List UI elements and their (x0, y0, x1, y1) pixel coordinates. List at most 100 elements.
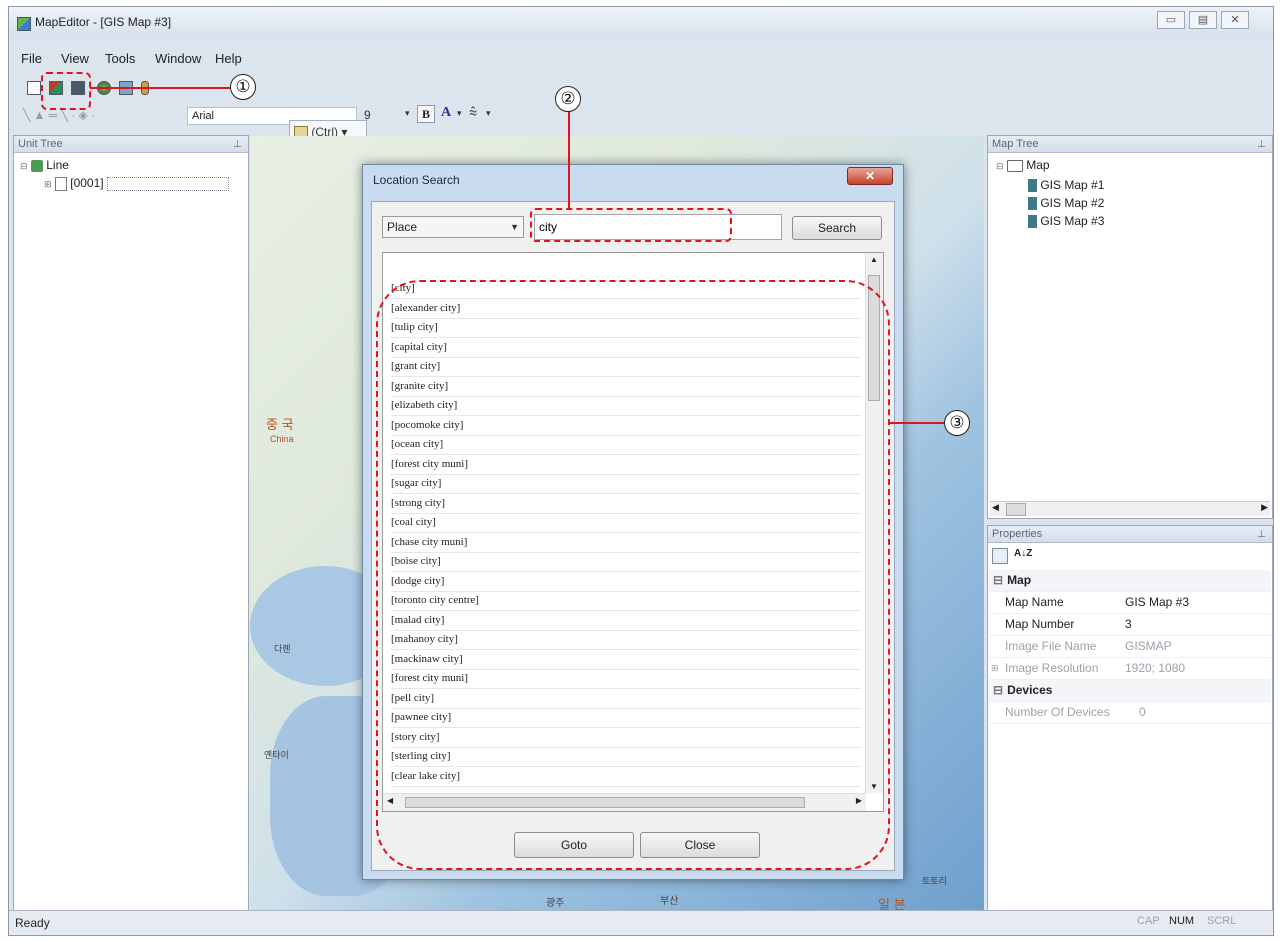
tree-item-selection (106, 176, 229, 191)
properties-panel: Properties ⊥ A↓Z ⊟ Map Map Name GIS Map #3 … (987, 525, 1273, 913)
callout-line-2 (568, 112, 570, 208)
minimize-button[interactable]: ▭ (1157, 11, 1185, 29)
map-tree-item[interactable]: GIS Map #1 (1028, 176, 1104, 194)
map-label-dalian: 다롄 (274, 644, 291, 654)
collapse-icon[interactable]: ⊟ (993, 573, 1003, 587)
properties-header: Properties ⊥ (988, 526, 1272, 543)
property-section-map[interactable]: ⊟ Map (989, 570, 1271, 592)
map-tree-items: GIS Map #1 GIS Map #2 GIS Map #3 (1028, 176, 1104, 230)
fill-color-icon[interactable]: ⩯ (469, 104, 477, 121)
map-item-icon (1028, 197, 1037, 211)
new-icon[interactable] (27, 81, 41, 95)
map-label-china-kr: 중 국 (266, 417, 294, 432)
map-label-china: China (270, 434, 294, 444)
scroll-up-icon[interactable]: ▲ (870, 255, 878, 264)
properties-title: Properties (992, 528, 1043, 540)
tree-item-unit[interactable]: ⊞ [0001] (44, 176, 229, 191)
menu-bar: File View Tools Window Help (9, 49, 1273, 69)
scroll-indicator: SCRL (1207, 915, 1237, 927)
property-value: 3 (1125, 617, 1132, 631)
unit-icon (54, 176, 67, 191)
categorized-icon[interactable] (992, 548, 1008, 564)
map-tree-item[interactable]: GIS Map #3 (1028, 212, 1104, 230)
section-label: Devices (1007, 683, 1053, 697)
title-bar: MapEditor - [GIS Map #3] ▭ ▤ ✕ (9, 7, 1273, 37)
scroll-thumb[interactable] (1006, 503, 1026, 516)
scroll-right-icon[interactable]: ▶ (1261, 502, 1268, 513)
bold-label: B (421, 107, 430, 121)
callout-number-2: ② (555, 86, 581, 112)
map-tree-item[interactable]: GIS Map #2 (1028, 194, 1104, 212)
map-tree-item-label: GIS Map #3 (1040, 214, 1105, 228)
tree-item-line-label: Line (46, 158, 69, 172)
map-tree-item-label: GIS Map #1 (1040, 178, 1105, 192)
callout-box-1 (41, 72, 91, 110)
line-tool-icon[interactable]: ╲ ▲ ═ ╲ · ◈ · (23, 108, 95, 122)
map-tree-panel: Map Tree ⊥ ⊟ Map GIS Map #1 GIS Map #2 GI… (987, 135, 1273, 519)
dialog-close-icon[interactable]: ✕ (847, 167, 893, 185)
property-key: Map Name (1005, 595, 1064, 609)
tree-item-unit-label: [0001] (70, 176, 104, 190)
sort-alpha-icon[interactable]: A↓Z (1014, 548, 1032, 559)
property-value: 0 (1139, 705, 1146, 719)
map-label-yantai: 옌타이 (264, 750, 289, 760)
expand-icon[interactable]: ⊞ (991, 658, 999, 679)
callout-box-3 (376, 280, 890, 870)
search-type-select[interactable]: Place ▼ (382, 216, 524, 238)
num-indicator: NUM (1169, 915, 1195, 927)
pin-icon[interactable]: ⊥ (233, 136, 242, 153)
pin-icon[interactable]: ⊥ (1257, 136, 1266, 153)
menu-window[interactable]: Window (155, 51, 201, 66)
property-value: GIS Map #3 (1125, 595, 1190, 609)
expand-icon[interactable]: ⊞ (44, 179, 52, 189)
menu-view[interactable]: View (61, 51, 89, 66)
pin-icon[interactable]: ⊥ (1257, 526, 1266, 543)
fill-color-dropdown-icon[interactable]: ▾ (486, 108, 491, 119)
map-tree-hscroll[interactable]: ◀ ▶ (990, 501, 1270, 516)
callout-line-3 (888, 422, 944, 424)
menu-file[interactable]: File (21, 51, 42, 66)
property-row[interactable]: Image File Name GISMAP (989, 636, 1271, 658)
scroll-left-icon[interactable]: ◀ (992, 502, 999, 513)
property-value: 1920; 1080 (1125, 661, 1186, 675)
map-tree-root[interactable]: ⊟ Map (996, 158, 1050, 172)
map-label-busan: 부산 (660, 896, 679, 907)
property-key: Number Of Devices (1005, 705, 1110, 719)
section-label: Map (1007, 573, 1032, 587)
font-color-dropdown-icon[interactable]: ▾ (457, 108, 462, 119)
maximize-button[interactable]: ▤ (1189, 11, 1217, 29)
unit-tree-panel: Unit Tree ⊥ ⊟ Line ⊞ [0001] (13, 135, 249, 913)
map-tree-title: Map Tree (992, 138, 1039, 150)
status-bar: Ready CAP NUM SCRL (9, 910, 1273, 935)
close-window-button[interactable]: ✕ (1221, 11, 1249, 29)
dialog-title: Location Search (373, 173, 460, 187)
property-value: GISMAP (1125, 639, 1172, 653)
property-row[interactable]: Number Of Devices 0 (989, 702, 1271, 724)
status-text: Ready (15, 916, 50, 930)
collapse-icon[interactable]: ⊟ (996, 161, 1004, 171)
collapse-icon[interactable]: ⊟ (20, 161, 28, 171)
property-key: Image File Name (1005, 639, 1097, 653)
unit-tree-header: Unit Tree ⊥ (14, 136, 248, 153)
property-key: Map Number (1005, 617, 1075, 631)
bold-button[interactable]: B (417, 105, 435, 123)
property-key: Image Resolution (1005, 661, 1099, 675)
menu-help[interactable]: Help (215, 51, 242, 66)
map-item-icon (1028, 215, 1037, 229)
callout-box-2 (530, 208, 732, 242)
callout-line-1 (90, 87, 230, 89)
caps-indicator: CAP (1137, 915, 1160, 927)
menu-tools[interactable]: Tools (105, 51, 135, 66)
property-row[interactable]: Map Name GIS Map #3 (989, 592, 1271, 614)
property-row[interactable]: ⊞ Image Resolution 1920; 1080 (989, 658, 1271, 680)
dropdown-arrow-icon[interactable]: ▾ (405, 108, 410, 119)
app-icon (17, 17, 31, 31)
collapse-icon[interactable]: ⊟ (993, 683, 1003, 697)
tree-item-line[interactable]: ⊟ Line (20, 158, 69, 172)
search-button[interactable]: Search (792, 216, 882, 240)
property-row[interactable]: Map Number 3 (989, 614, 1271, 636)
property-section-devices[interactable]: ⊟ Devices (989, 680, 1271, 702)
font-color-button[interactable]: A (441, 105, 451, 121)
unit-tree-title: Unit Tree (18, 138, 63, 150)
map-tree-root-label: Map (1026, 158, 1050, 172)
